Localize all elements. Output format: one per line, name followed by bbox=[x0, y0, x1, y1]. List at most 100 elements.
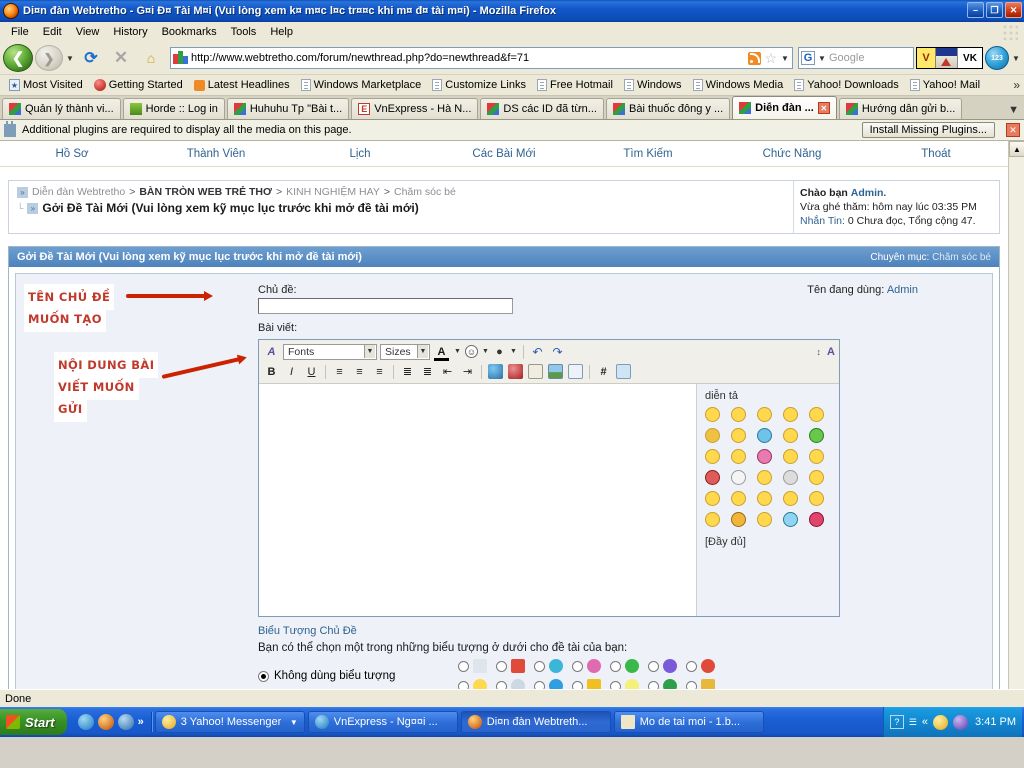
thread-icon-option[interactable] bbox=[458, 679, 496, 689]
breadcrumb-crumb-2[interactable]: KINH NGHIỆM HAY bbox=[286, 186, 380, 198]
bookmark-windows-marketplace[interactable]: Windows Marketplace bbox=[296, 78, 427, 92]
smiley-item[interactable] bbox=[809, 512, 824, 527]
chevron-down-icon[interactable]: ▼ bbox=[65, 54, 75, 63]
tab-huong-dan-goi-bai[interactable]: Hướng dẫn gửi b... bbox=[838, 98, 963, 119]
thread-icon-option[interactable] bbox=[686, 679, 724, 689]
smiley-item[interactable] bbox=[783, 449, 798, 464]
bookmark-most-visited[interactable]: ★ Most Visited bbox=[4, 78, 88, 92]
thread-icon-option[interactable] bbox=[534, 659, 572, 673]
align-center-icon[interactable]: ≡ bbox=[351, 364, 368, 380]
thread-icon-option[interactable] bbox=[648, 659, 686, 673]
firefox-icon[interactable] bbox=[97, 714, 114, 730]
nav-lich[interactable]: Lịch bbox=[288, 148, 432, 160]
tray-network-icon[interactable]: ☰ bbox=[909, 717, 917, 728]
skype-icon[interactable]: 123 bbox=[985, 46, 1009, 70]
message-body-input[interactable] bbox=[259, 384, 697, 616]
yahoo-tray-icon[interactable] bbox=[933, 714, 949, 730]
tab-close-icon[interactable]: ✕ bbox=[817, 102, 830, 114]
radio-icon[interactable] bbox=[572, 680, 583, 689]
radio-icon[interactable] bbox=[496, 660, 507, 672]
thread-icon-option[interactable] bbox=[496, 679, 534, 689]
font-family-select[interactable]: Fonts ▼ bbox=[283, 343, 377, 360]
nav-tim-kiem[interactable]: Tìm Kiếm bbox=[576, 148, 720, 160]
tab-bai-thuoc-dong-y[interactable]: Bài thuốc đông y ... bbox=[605, 98, 731, 119]
nav-thanh-vien[interactable]: Thành Viên bbox=[144, 148, 288, 160]
radio-icon[interactable] bbox=[496, 680, 507, 689]
nav-thoat[interactable]: Thoát bbox=[864, 148, 1008, 160]
thread-icon-option[interactable] bbox=[496, 659, 534, 673]
smiley-item[interactable] bbox=[731, 470, 746, 485]
vk-picture-icon[interactable] bbox=[936, 48, 958, 68]
install-missing-plugins-button[interactable]: Install Missing Plugins... bbox=[861, 122, 995, 138]
tab-dien-dan[interactable]: Diễn đàn ... ✕ bbox=[732, 96, 837, 119]
radio-icon[interactable] bbox=[686, 680, 697, 689]
insert-link-icon[interactable] bbox=[487, 364, 504, 380]
menu-tools[interactable]: Tools bbox=[224, 24, 264, 40]
bookmark-customize-links[interactable]: Customize Links bbox=[427, 78, 531, 92]
editor-mode-icon[interactable]: A bbox=[263, 344, 280, 360]
undo-icon[interactable]: ↶ bbox=[529, 344, 546, 360]
back-button[interactable]: ❮ bbox=[3, 44, 33, 72]
nav-chuc-nang[interactable]: Chức Năng bbox=[720, 148, 864, 160]
taskbar-item-mo-de-tai-moi[interactable]: Mo de tai moi - 1.b... bbox=[613, 711, 764, 733]
bold-button[interactable]: B bbox=[263, 364, 280, 380]
smiley-item[interactable] bbox=[809, 407, 824, 422]
unordered-list-icon[interactable]: ≣ bbox=[419, 364, 436, 380]
forward-button[interactable]: ❯ bbox=[35, 45, 63, 71]
radio-icon[interactable] bbox=[458, 660, 469, 672]
align-right-icon[interactable]: ≡ bbox=[371, 364, 388, 380]
thread-icon-option[interactable] bbox=[534, 679, 572, 689]
media-player-icon[interactable] bbox=[117, 714, 134, 730]
search-box[interactable]: G ▼ Google bbox=[798, 47, 914, 69]
messenger-tray-icon[interactable] bbox=[953, 714, 969, 730]
smiley-item[interactable] bbox=[731, 407, 746, 422]
smiley-item[interactable] bbox=[731, 491, 746, 506]
smiley-item[interactable] bbox=[757, 491, 772, 506]
smiley-item[interactable] bbox=[809, 449, 824, 464]
font-color-caret-icon[interactable]: ▼ bbox=[453, 348, 462, 355]
toolbar-overflow-icon[interactable]: ▼ bbox=[1011, 54, 1021, 63]
indent-icon[interactable]: ⇥ bbox=[459, 364, 476, 380]
smiley-item[interactable] bbox=[705, 491, 720, 506]
menu-view[interactable]: View bbox=[69, 24, 107, 40]
bookmark-windows[interactable]: Windows bbox=[619, 78, 687, 92]
smiley-item[interactable] bbox=[757, 449, 772, 464]
radio-icon[interactable] bbox=[610, 660, 621, 672]
breadcrumb-crumb-0[interactable]: Diễn đàn Webtretho bbox=[32, 186, 125, 198]
bookmark-getting-started[interactable]: Getting Started bbox=[89, 78, 188, 92]
menu-history[interactable]: History bbox=[106, 24, 154, 40]
smiley-item[interactable] bbox=[757, 512, 772, 527]
chevron-down-icon[interactable]: ▼ bbox=[290, 718, 298, 727]
menu-file[interactable]: File bbox=[4, 24, 36, 40]
maximize-button[interactable]: ❐ bbox=[986, 2, 1003, 18]
redo-icon[interactable]: ↷ bbox=[549, 344, 566, 360]
smiley-item[interactable] bbox=[705, 428, 720, 443]
bookmark-yahoo-downloads[interactable]: Yahoo! Downloads bbox=[789, 78, 904, 92]
menu-edit[interactable]: Edit bbox=[36, 24, 69, 40]
bookmark-yahoo-mail[interactable]: Yahoo! Mail bbox=[905, 78, 985, 92]
close-button[interactable]: ✕ bbox=[1005, 2, 1022, 18]
breadcrumb-crumb-3[interactable]: Chăm sóc bé bbox=[394, 186, 456, 198]
nav-cac-bai-moi[interactable]: Các Bài Mới bbox=[432, 148, 576, 160]
attachment-icon[interactable]: ● bbox=[493, 345, 506, 358]
search-input[interactable]: Google bbox=[829, 52, 864, 64]
thread-icon-option[interactable] bbox=[686, 659, 724, 673]
vk-v-icon[interactable]: V bbox=[917, 48, 936, 68]
menu-bookmarks[interactable]: Bookmarks bbox=[155, 24, 224, 40]
rss-icon[interactable] bbox=[748, 51, 762, 65]
nav-ho-so[interactable]: Hồ Sơ bbox=[0, 148, 144, 160]
outdent-icon[interactable]: ⇤ bbox=[439, 364, 456, 380]
url-bar[interactable]: http://www.webtretho.com/forum/newthread… bbox=[170, 47, 793, 69]
smiley-item[interactable] bbox=[783, 428, 798, 443]
smiley-item[interactable] bbox=[757, 428, 772, 443]
insert-media-icon[interactable] bbox=[615, 364, 632, 380]
tab-huhuhu[interactable]: Huhuhu Tp "Bài t... bbox=[226, 98, 350, 119]
thread-icon-option[interactable] bbox=[610, 679, 648, 689]
smiley-item[interactable] bbox=[705, 449, 720, 464]
insert-email-icon[interactable] bbox=[527, 364, 544, 380]
tab-horde-login[interactable]: Horde :: Log in bbox=[122, 98, 225, 119]
tab-vnexpress[interactable]: E VnExpress - Hà N... bbox=[351, 98, 479, 119]
search-engine-caret-icon[interactable]: ▼ bbox=[817, 54, 827, 63]
radio-icon[interactable] bbox=[458, 680, 469, 689]
taskbar-item-yahoo-messenger[interactable]: 3 Yahoo! Messenger ▼ bbox=[154, 711, 305, 733]
